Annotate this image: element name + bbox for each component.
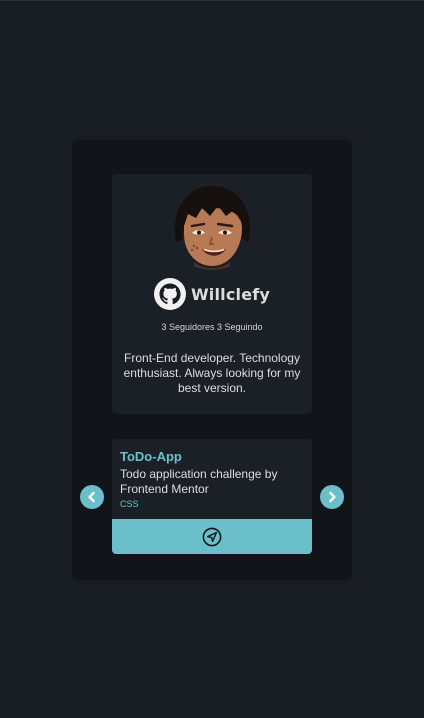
github-icon (153, 278, 186, 310)
profile-bio: Front-End developer. Technology enthusia… (123, 351, 301, 395)
carousel-prev-button[interactable] (80, 485, 104, 509)
username[interactable]: Willclefy (191, 285, 270, 304)
profile-panel: Willclefy 3 Seguidores 3 Seguindo Front-… (72, 140, 352, 580)
repo-name[interactable]: ToDo-App (120, 449, 182, 464)
send-icon (202, 527, 222, 546)
follow-stats: 3 Seguidores 3 Seguindo (161, 322, 263, 332)
repo-language: CSS (120, 499, 139, 509)
chevron-left-icon (88, 491, 95, 503)
profile-name-row: Willclefy (112, 278, 312, 310)
repo-description: Todo application challenge by Frontend M… (120, 467, 278, 496)
avatar-illustration (168, 182, 256, 270)
profile-card: Willclefy 3 Seguidores 3 Seguindo Front-… (112, 174, 312, 414)
carousel-next-button[interactable] (320, 485, 344, 509)
repo-link-button[interactable] (112, 519, 312, 554)
repo-card: ToDo-App Todo application challenge by F… (112, 439, 312, 554)
top-divider (0, 0, 424, 1)
chevron-right-icon (329, 491, 336, 503)
avatar (168, 182, 256, 270)
